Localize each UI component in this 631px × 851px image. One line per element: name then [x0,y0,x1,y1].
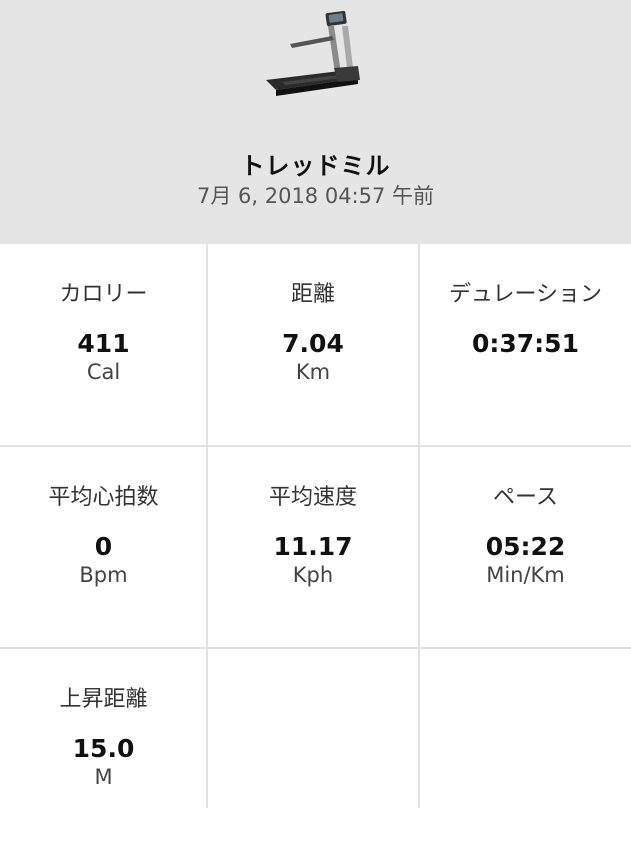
stat-unit: Cal [86,360,121,384]
stat-value: 0 [94,532,113,561]
stat-value: 7.04 [282,329,344,358]
stats-grid: カロリー 411 Cal 距離 7.04 Km デュレーション 0:37:51 … [0,244,631,808]
stat-unit: Km [295,360,331,384]
empty-cell [208,649,418,851]
treadmill-icon [262,10,362,100]
stat-value: 11.17 [273,532,353,561]
workout-header: トレッドミル 7月 6, 2018 04:57 午前 [0,0,631,244]
stat-value: 05:22 [485,532,566,561]
stat-value: 411 [77,329,130,358]
stat-value: 15.0 [72,734,135,763]
stat-avg-speed: 平均速度 11.17 Kph [208,447,418,649]
stat-value: 0:37:51 [472,329,579,358]
stat-unit: M [94,765,113,789]
stat-label: 距離 [290,282,335,307]
stat-duration: デュレーション 0:37:51 [420,244,631,446]
stat-label: 平均心拍数 [48,485,159,510]
stat-label: デュレーション [448,282,603,307]
stat-label: 上昇距離 [59,687,148,712]
stat-unit: Min/Km [486,563,565,587]
empty-cell [420,649,631,851]
stat-avg-heart-rate: 平均心拍数 0 Bpm [0,447,207,649]
stat-unit: Bpm [79,563,128,587]
stat-distance: 距離 7.04 Km [208,244,418,446]
stat-label: 平均速度 [268,485,357,510]
stat-label: カロリー [59,282,148,307]
workout-datetime: 7月 6, 2018 04:57 午前 [196,184,435,208]
stat-label: ペース [493,485,558,510]
workout-title: トレッドミル [240,152,391,180]
stat-unit: Kph [292,563,334,587]
stat-elevation-gain: 上昇距離 15.0 M [0,649,207,851]
stat-pace: ペース 05:22 Min/Km [420,447,631,649]
stat-calories: カロリー 411 Cal [0,244,207,446]
